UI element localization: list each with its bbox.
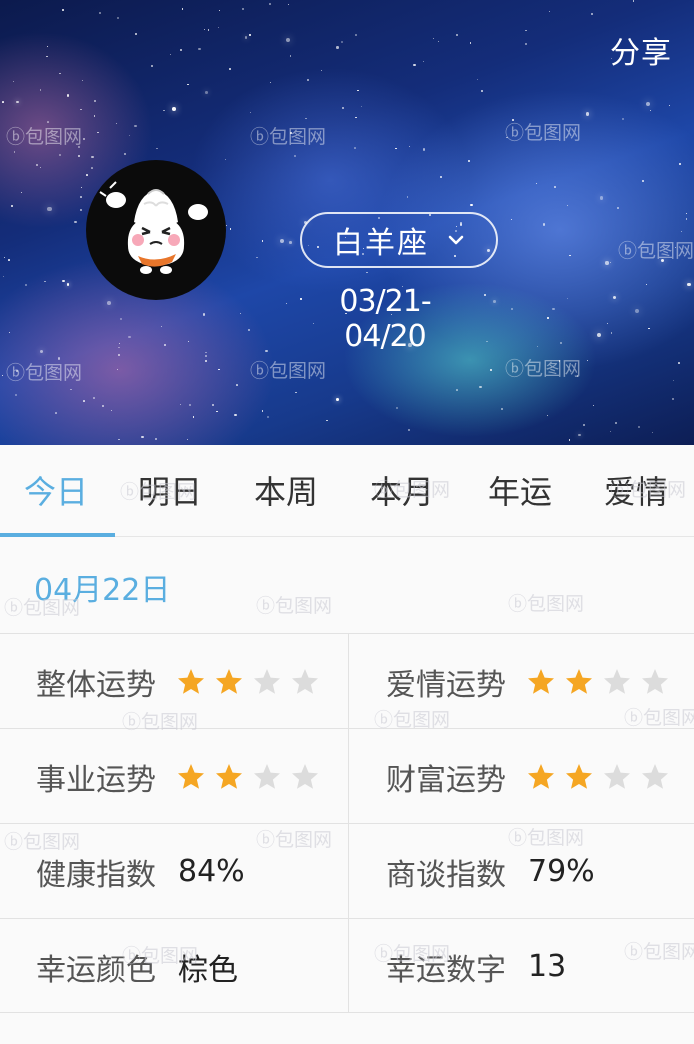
star-filled-icon	[178, 763, 204, 789]
star-filled-icon	[178, 668, 204, 694]
fortune-date: 04月22日	[34, 573, 171, 608]
star-filled-icon	[566, 668, 592, 694]
star-filled-icon	[566, 763, 592, 789]
star-empty-icon	[292, 763, 318, 789]
star-rating	[176, 762, 320, 792]
star-empty-icon	[642, 763, 668, 789]
star-filled-icon	[528, 763, 554, 789]
fortune-grid: 整体运势 爱情运势 事业运势 财富运势 健康指数 84% 商谈指数 79% 幸运…	[0, 633, 694, 1013]
star-filled-icon	[528, 668, 554, 694]
column-divider	[348, 633, 349, 1013]
fortune-row: 整体运势 爱情运势	[0, 633, 694, 728]
lucky-color-value: 棕色	[178, 952, 238, 988]
love-fortune: 爱情运势	[386, 634, 670, 729]
zodiac-selector[interactable]: 白羊座	[300, 212, 498, 268]
fortune-content: 04月22日 整体运势 爱情运势 事业运势 财富运势 健康指数 84% 商谈指数…	[0, 537, 694, 1044]
star-rating	[176, 667, 320, 697]
tab-tomorrow[interactable]: 明日	[138, 467, 202, 513]
star-empty-icon	[642, 668, 668, 694]
fortune-label: 事业运势	[36, 762, 156, 798]
star-rating	[526, 667, 670, 697]
star-filled-icon	[216, 763, 242, 789]
negotiation-index: 商谈指数 79%	[386, 824, 595, 919]
negotiation-index-value: 79%	[528, 854, 595, 889]
header-banner: ⓑ包图网 ⓑ包图网 ⓑ包图网 ⓑ包图网 ⓑ包图网 ⓑ包图网 ⓑ包图网 分享 白羊…	[0, 0, 694, 445]
fortune-row: 幸运颜色 棕色 幸运数字 13	[0, 918, 694, 1013]
star-empty-icon	[604, 668, 630, 694]
share-button[interactable]: 分享	[610, 28, 672, 72]
star-empty-icon	[254, 763, 280, 789]
watermark: ⓑ包图网	[256, 595, 333, 617]
zodiac-sign-name: 白羊座	[333, 226, 429, 261]
tab-month[interactable]: 本月	[370, 467, 434, 513]
bun-mascot-icon	[99, 181, 208, 274]
lucky-color: 幸运颜色 棕色	[36, 919, 238, 1014]
lucky-number: 幸运数字 13	[386, 919, 566, 1014]
tab-today[interactable]: 今日	[24, 467, 88, 513]
star-empty-icon	[292, 668, 318, 694]
tab-year[interactable]: 年运	[488, 467, 552, 513]
star-empty-icon	[604, 763, 630, 789]
wealth-fortune: 财富运势	[386, 729, 670, 824]
health-index: 健康指数 84%	[36, 824, 245, 919]
fortune-label: 爱情运势	[386, 667, 506, 703]
fortune-label: 健康指数	[36, 857, 156, 893]
avatar[interactable]	[86, 160, 226, 300]
fortune-row: 事业运势 财富运势	[0, 728, 694, 823]
watermark: ⓑ包图网	[508, 593, 585, 615]
star-filled-icon	[216, 668, 242, 694]
tab-love[interactable]: 爱情	[604, 467, 668, 513]
fortune-row: 健康指数 84% 商谈指数 79%	[0, 823, 694, 918]
career-fortune: 事业运势	[36, 729, 320, 824]
fortune-label: 幸运数字	[386, 952, 506, 988]
star-empty-icon	[254, 668, 280, 694]
overall-fortune: 整体运势	[36, 634, 320, 729]
zodiac-date-range: 03/21-04/20	[339, 284, 431, 354]
lucky-number-value: 13	[528, 949, 567, 984]
star-rating	[526, 762, 670, 792]
fortune-label: 幸运颜色	[36, 952, 156, 988]
health-index-value: 84%	[178, 854, 245, 889]
fortune-label: 财富运势	[386, 762, 506, 798]
tab-week[interactable]: 本周	[254, 467, 318, 513]
horoscope-page: ⓑ包图网 ⓑ包图网 ⓑ包图网 ⓑ包图网 ⓑ包图网 ⓑ包图网 ⓑ包图网 分享 白羊…	[0, 0, 694, 1044]
fortune-label: 商谈指数	[386, 857, 506, 893]
period-tabs: 今日 明日 本周 本月 年运 爱情 ⓑ包图网 ⓑ包图网 ⓑ包图网	[0, 445, 694, 537]
fortune-label: 整体运势	[36, 667, 156, 703]
chevron-down-icon	[448, 235, 464, 245]
